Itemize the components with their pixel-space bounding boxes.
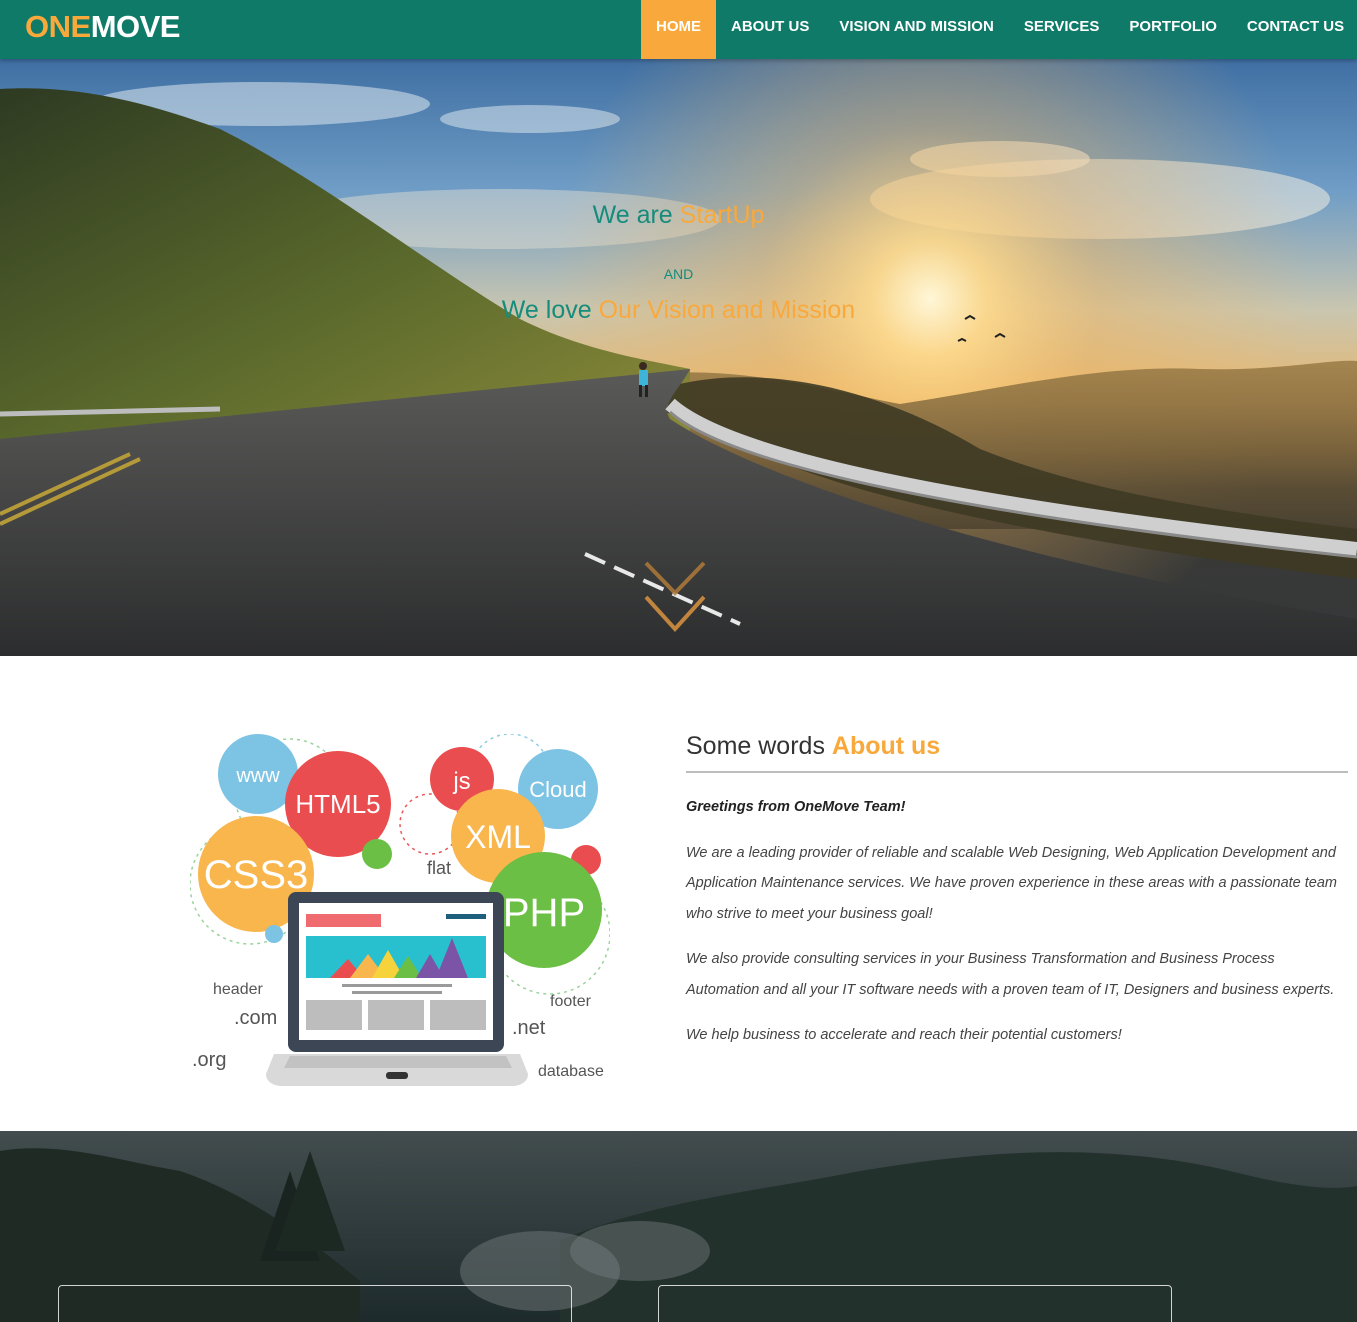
- about-title-a: Some words: [686, 732, 832, 760]
- hero-subheadline-a: We love: [501, 296, 599, 324]
- about-greeting: Greetings from OneMove Team!: [686, 799, 906, 815]
- about-paragraph-1: We are a leading provider of reliable an…: [686, 844, 1337, 922]
- hero-headline-highlight: StartUp: [679, 201, 765, 229]
- hero-headline: We are StartUp: [0, 201, 1357, 230]
- about-section: www HTML5 js Cloud XML CSS3 PHP flat hea…: [0, 656, 1357, 1131]
- vision-mission-section: [0, 1131, 1357, 1322]
- mission-card: [658, 1285, 1172, 1322]
- hero-and-text: AND: [663, 266, 694, 282]
- vision-card: [58, 1285, 572, 1322]
- tag-net-label: .net: [512, 1017, 546, 1039]
- bubble-xml-label: XML: [465, 819, 531, 855]
- nav-item-portfolio[interactable]: PORTFOLIO: [1114, 0, 1232, 59]
- tag-org-label: .org: [192, 1049, 226, 1071]
- tag-header-label: header: [213, 981, 263, 998]
- scroll-down-chevron-icon[interactable]: [638, 557, 712, 641]
- nav-item-about-us[interactable]: ABOUT US: [716, 0, 824, 59]
- about-title-divider: [686, 771, 1348, 773]
- laptop-icon: [266, 892, 528, 1086]
- bubble-php-label: PHP: [503, 891, 585, 935]
- about-body: Greetings from OneMove Team! We are a le…: [686, 792, 1346, 1066]
- bubble-css3-label: CSS3: [204, 853, 309, 897]
- hero-headline-a: We are: [592, 201, 680, 229]
- tag-flat-label: flat: [427, 858, 451, 878]
- hero-subheadline-highlight: Our Vision and Mission: [598, 296, 856, 324]
- hero-subheadline: We love Our Vision and Mission: [0, 296, 1357, 325]
- hero-banner: We are StartUp AND We love Our Vision an…: [0, 59, 1357, 656]
- main-nav: HOME ABOUT US VISION AND MISSION SERVICE…: [641, 0, 1357, 59]
- web-tech-illustration: www HTML5 js Cloud XML CSS3 PHP flat hea…: [190, 734, 610, 1086]
- bubble-html5-label: HTML5: [295, 789, 380, 819]
- tag-database-label: database: [538, 1063, 604, 1080]
- nav-item-vision-and-mission[interactable]: VISION AND MISSION: [824, 0, 1008, 59]
- brand-logo-part2: MOVE: [90, 9, 181, 44]
- top-navbar: ONEMOVE HOME ABOUT US VISION AND MISSION…: [0, 0, 1357, 59]
- nav-item-services[interactable]: SERVICES: [1009, 0, 1115, 59]
- tag-footer-label: footer: [550, 993, 592, 1010]
- bubble-js-label: js: [452, 768, 470, 795]
- brand-logo-part1: ONE: [25, 9, 91, 44]
- nav-item-home[interactable]: HOME: [641, 0, 716, 59]
- about-title: Some words About us: [686, 732, 940, 761]
- bubble-cloud-label: Cloud: [529, 777, 586, 802]
- brand-logo[interactable]: ONEMOVE: [25, 8, 180, 46]
- about-title-highlight: About us: [831, 732, 941, 760]
- nav-item-contact-us[interactable]: CONTACT US: [1232, 0, 1357, 59]
- bubble-www-label: www: [235, 765, 280, 787]
- about-paragraph-2: We also provide consulting services in y…: [686, 951, 1335, 998]
- tag-com-label: .com: [234, 1007, 277, 1029]
- about-paragraph-3: We help business to accelerate and reach…: [686, 1027, 1122, 1043]
